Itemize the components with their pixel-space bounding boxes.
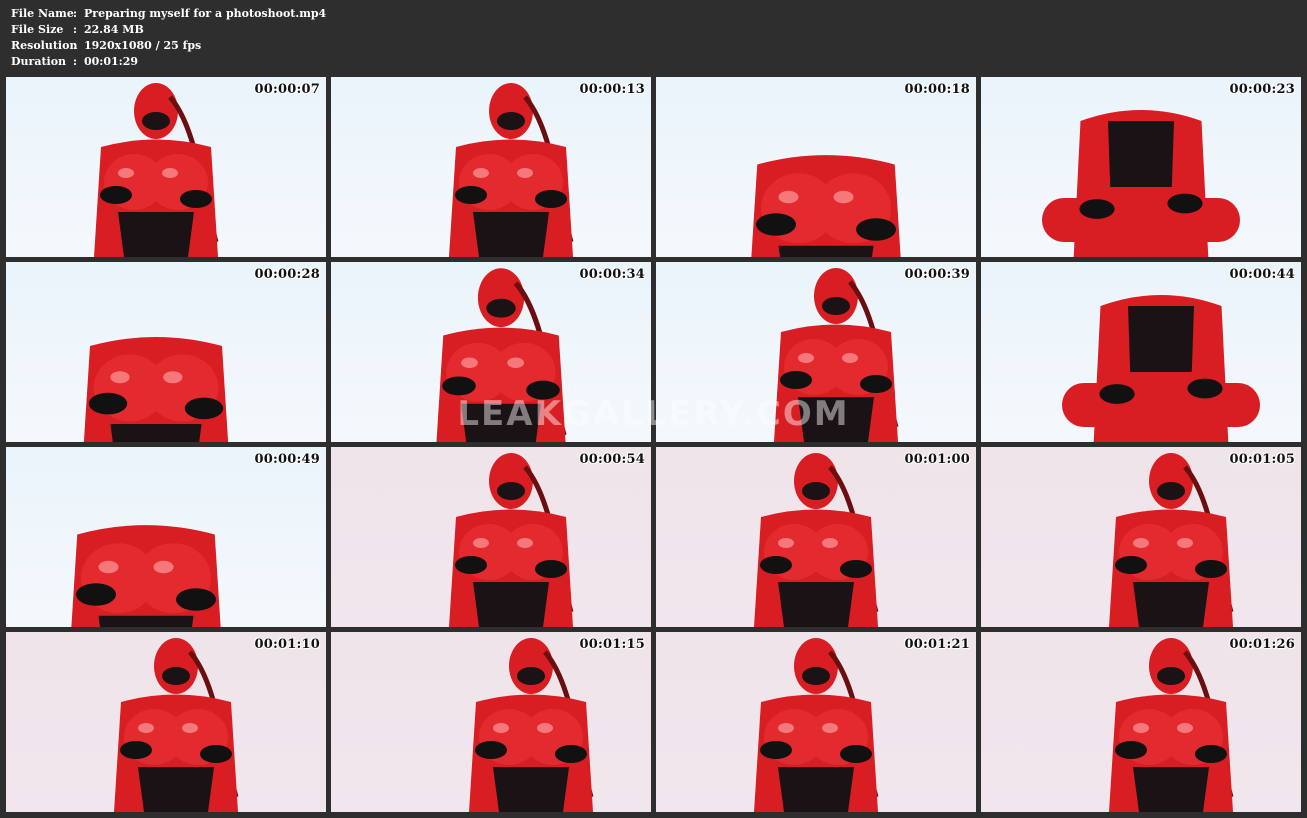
frame-image (71, 525, 221, 627)
timestamp-label: 00:00:34 (579, 267, 645, 282)
timestamp-label: 00:01:21 (904, 637, 970, 652)
frame-image (751, 155, 901, 257)
file-size-value: 22.84 MB (84, 23, 144, 36)
thumbnail-frame: 00:00:39 (656, 262, 976, 442)
frame-image (754, 638, 879, 812)
duration-row: Duration : 00:01:29 (11, 54, 326, 70)
resolution-value: 1920x1080 / 25 fps (84, 39, 202, 52)
file-info-header: File Name : Preparing myself for a photo… (11, 6, 326, 70)
resolution-row: Resolution : 1920x1080 / 25 fps (11, 38, 326, 54)
file-name-value: Preparing myself for a photoshoot.mp4 (84, 7, 327, 20)
frame-image (754, 453, 879, 627)
timestamp-label: 00:00:39 (904, 267, 970, 282)
frame-image (469, 638, 594, 812)
thumbnail-frame: 00:01:21 (656, 632, 976, 812)
file-name-row: File Name : Preparing myself for a photo… (11, 6, 326, 22)
timestamp-label: 00:00:49 (254, 452, 320, 467)
frame-image (774, 268, 899, 442)
frame-image (449, 453, 574, 627)
thumbnail-frame: 00:01:05 (981, 447, 1301, 627)
thumbnail-grid: 00:00:07 00:00:13 00:00:18 00:00:23 00:00:28… (6, 77, 1302, 813)
timestamp-label: 00:00:07 (254, 82, 320, 97)
duration-value: 00:01:29 (84, 55, 139, 68)
file-size-label: File Size (11, 23, 64, 36)
thumbnail-frame: 00:00:49 (6, 447, 326, 627)
frame-image (1109, 638, 1234, 812)
timestamp-label: 00:00:23 (1229, 82, 1295, 97)
thumbnail-frame: 00:00:44 (981, 262, 1301, 442)
thumbnail-frame: 00:01:26 (981, 632, 1301, 812)
separator: : (73, 39, 78, 52)
frame-image (1062, 295, 1260, 442)
frame-image (83, 337, 229, 442)
frame-image (1042, 110, 1240, 257)
timestamp-label: 00:01:26 (1229, 637, 1295, 652)
thumbnail-frame: 00:01:00 (656, 447, 976, 627)
thumbnail-frame: 00:00:54 (331, 447, 651, 627)
timestamp-label: 00:01:05 (1229, 452, 1295, 467)
thumbnail-frame: 00:01:10 (6, 632, 326, 812)
timestamp-label: 00:00:18 (904, 82, 970, 97)
thumbnail-frame: 00:00:28 (6, 262, 326, 442)
duration-label: Duration (11, 55, 67, 68)
frame-image (114, 638, 239, 812)
timestamp-label: 00:00:44 (1229, 267, 1295, 282)
frame-image (449, 83, 574, 257)
frame-image (436, 268, 567, 442)
frame-image (1109, 453, 1234, 627)
thumbnail-frame: 00:00:07 (6, 77, 326, 257)
frame-image (94, 83, 219, 257)
timestamp-label: 00:00:54 (579, 452, 645, 467)
timestamp-label: 00:00:13 (579, 82, 645, 97)
timestamp-label: 00:00:28 (254, 267, 320, 282)
thumbnail-frame: 00:00:18 (656, 77, 976, 257)
timestamp-label: 00:01:00 (904, 452, 970, 467)
thumbnail-frame: 00:00:23 (981, 77, 1301, 257)
thumbnail-frame: 00:00:34 (331, 262, 651, 442)
file-size-row: File Size : 22.84 MB (11, 22, 326, 38)
file-name-label: File Name (11, 7, 74, 20)
separator: : (73, 55, 78, 68)
timestamp-label: 00:01:15 (579, 637, 645, 652)
resolution-label: Resolution (11, 39, 78, 52)
timestamp-label: 00:01:10 (254, 637, 320, 652)
thumbnail-frame: 00:00:13 (331, 77, 651, 257)
thumbnail-frame: 00:01:15 (331, 632, 651, 812)
separator: : (73, 23, 78, 36)
separator: : (73, 7, 78, 20)
